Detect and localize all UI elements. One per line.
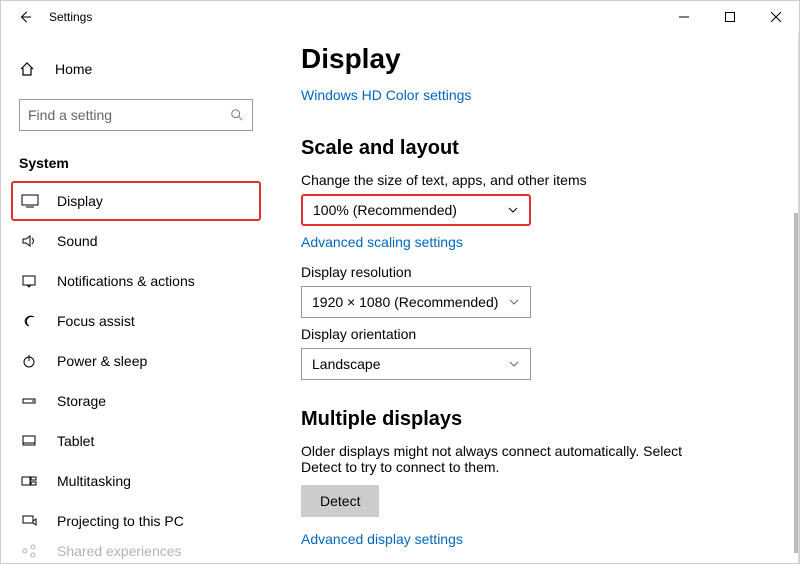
sidebar-item-tablet[interactable]: Tablet (19, 421, 253, 461)
projecting-icon (21, 513, 45, 529)
sidebar-category: System (19, 155, 253, 171)
orientation-value: Landscape (312, 356, 381, 372)
multi-display-desc: Older displays might not always connect … (301, 443, 721, 475)
minimize-button[interactable] (661, 1, 707, 33)
sidebar-item-label: Power & sleep (57, 353, 147, 369)
chevron-down-icon (507, 204, 519, 216)
sidebar-item-label: Notifications & actions (57, 273, 195, 289)
sidebar: Home Find a setting System Display Sound… (1, 33, 271, 563)
nav-home[interactable]: Home (19, 51, 253, 87)
close-button[interactable] (753, 1, 799, 33)
section-multiple-displays: Multiple displays (301, 408, 768, 431)
sidebar-item-label: Shared experiences (57, 543, 182, 559)
home-icon (19, 61, 43, 77)
scale-value: 100% (Recommended) (313, 202, 457, 218)
resolution-dropdown[interactable]: 1920 × 1080 (Recommended) (301, 286, 531, 318)
sidebar-item-label: Projecting to this PC (57, 513, 184, 529)
sidebar-item-focus-assist[interactable]: Focus assist (19, 301, 253, 341)
advanced-scaling-link[interactable]: Advanced scaling settings (301, 234, 463, 250)
sidebar-item-storage[interactable]: Storage (19, 381, 253, 421)
chevron-down-icon (508, 296, 520, 308)
detect-button[interactable]: Detect (301, 485, 379, 517)
resolution-value: 1920 × 1080 (Recommended) (312, 294, 498, 310)
chevron-down-icon (508, 358, 520, 370)
notification-icon (21, 273, 45, 289)
sidebar-item-label: Multitasking (57, 473, 131, 489)
sidebar-item-shared[interactable]: Shared experiences (19, 541, 253, 561)
focus-icon (21, 313, 45, 329)
scale-label: Change the size of text, apps, and other… (301, 172, 768, 188)
sidebar-item-notifications[interactable]: Notifications & actions (19, 261, 253, 301)
power-icon (21, 353, 45, 369)
maximize-button[interactable] (707, 1, 753, 33)
sidebar-item-display[interactable]: Display (11, 181, 261, 221)
sidebar-item-sound[interactable]: Sound (19, 221, 253, 261)
section-scale-layout: Scale and layout (301, 137, 768, 160)
scale-dropdown[interactable]: 100% (Recommended) (301, 194, 531, 226)
shared-icon (21, 543, 45, 559)
storage-icon (21, 393, 45, 409)
sidebar-item-power[interactable]: Power & sleep (19, 341, 253, 381)
hd-color-link[interactable]: Windows HD Color settings (301, 87, 471, 103)
search-placeholder: Find a setting (28, 107, 230, 123)
nav-home-label: Home (55, 61, 92, 77)
scrollbar[interactable] (794, 213, 798, 553)
advanced-display-link[interactable]: Advanced display settings (301, 531, 463, 547)
display-icon (21, 193, 45, 209)
orientation-label: Display orientation (301, 326, 768, 342)
sidebar-item-label: Focus assist (57, 313, 135, 329)
orientation-dropdown[interactable]: Landscape (301, 348, 531, 380)
sidebar-item-label: Display (57, 193, 103, 209)
window-title: Settings (49, 10, 92, 24)
sidebar-item-projecting[interactable]: Projecting to this PC (19, 501, 253, 541)
sound-icon (21, 233, 45, 249)
sidebar-item-label: Tablet (57, 433, 94, 449)
multitasking-icon (21, 473, 45, 489)
content-area: Display Windows HD Color settings Scale … (271, 33, 799, 563)
back-button[interactable] (11, 10, 39, 24)
search-icon (230, 108, 244, 122)
resolution-label: Display resolution (301, 264, 768, 280)
sidebar-item-label: Storage (57, 393, 106, 409)
sidebar-item-label: Sound (57, 233, 97, 249)
page-title: Display (301, 43, 768, 75)
search-input[interactable]: Find a setting (19, 99, 253, 131)
sidebar-item-multitasking[interactable]: Multitasking (19, 461, 253, 501)
tablet-icon (21, 433, 45, 449)
